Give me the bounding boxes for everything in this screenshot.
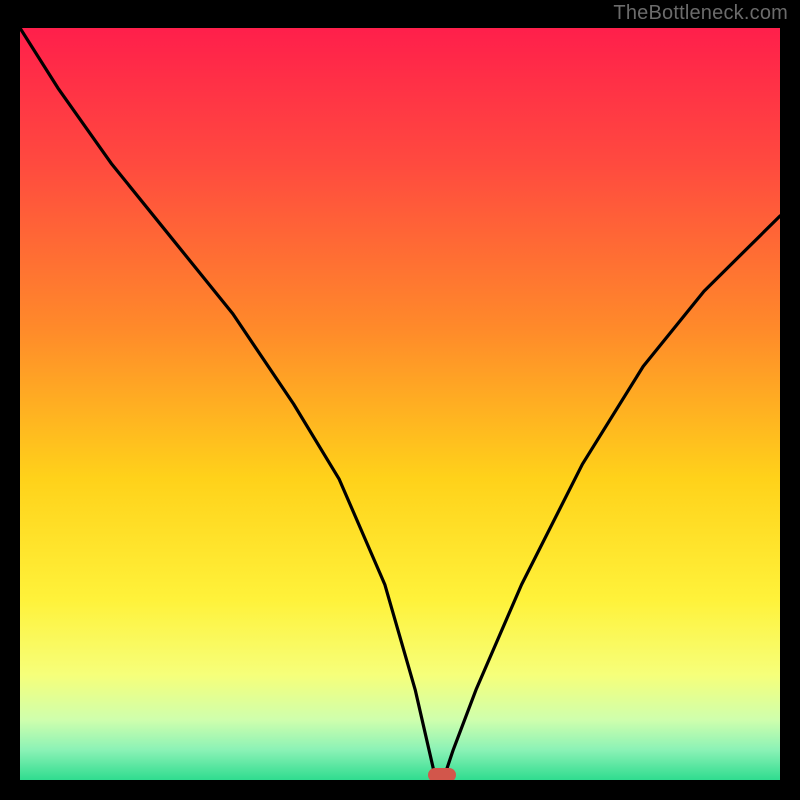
watermark-text: TheBottleneck.com <box>613 2 788 25</box>
gradient-background <box>20 28 780 780</box>
optimal-point-marker <box>428 768 456 780</box>
plot-area <box>20 28 780 780</box>
chart-svg <box>20 28 780 780</box>
chart-frame: TheBottleneck.com <box>0 0 800 800</box>
